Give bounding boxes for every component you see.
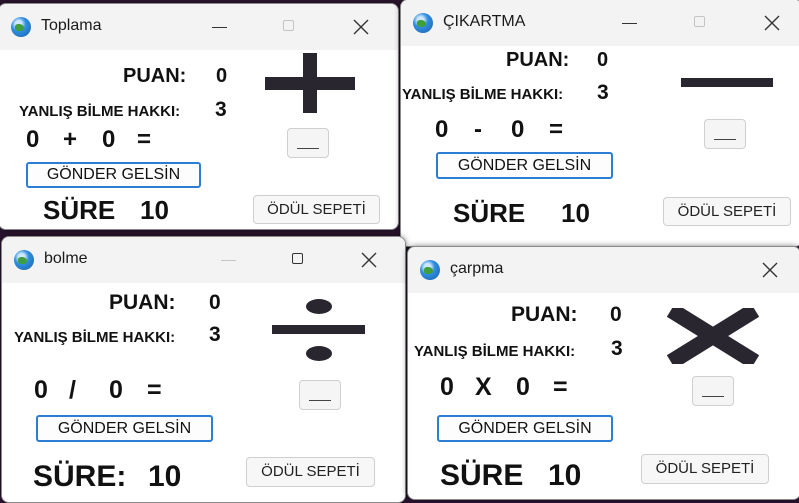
question-b: 0 — [511, 116, 525, 143]
window-title: çarpma — [450, 260, 504, 277]
lives-label: YANLIŞ BİLME HAKKI: — [402, 86, 564, 103]
answer-button[interactable] — [287, 128, 329, 158]
window-title: ÇIKARTMA — [443, 13, 526, 30]
window-carpma: çarpma PUAN: 0 YANLIŞ BİLME HAKKI: 3 0 X… — [407, 246, 799, 500]
time-value: 10 — [140, 195, 169, 225]
odul-sepeti-button[interactable]: ÖDÜL SEPETİ — [641, 454, 769, 484]
close-icon — [762, 262, 778, 278]
globe-icon — [11, 17, 31, 37]
window-bolme: bolme PUAN: 0 YANLIŞ BİLME HAKKI: 3 0 / … — [1, 236, 406, 503]
minimize-icon — [212, 27, 227, 28]
divide-icon — [272, 299, 365, 363]
lives-value: 3 — [611, 337, 623, 360]
time-label: SÜRE — [453, 198, 526, 228]
globe-icon — [413, 13, 433, 33]
score-label: PUAN: — [123, 65, 187, 87]
gonder-gelsin-button[interactable]: GÖNDER GELSİN — [36, 415, 213, 442]
maximize-icon — [283, 20, 294, 31]
window-title: Toplama — [41, 17, 102, 34]
window-cikartma: ÇIKARTMA PUAN: 0 YANLIŞ BİLME HAKKI: 3 0… — [400, 0, 799, 247]
question-b: 0 — [516, 373, 530, 401]
multiply-icon — [667, 308, 759, 364]
question-a: 0 — [440, 373, 454, 401]
question-a: 0 — [26, 126, 40, 153]
close-button[interactable] — [344, 12, 378, 42]
maximize-button — [273, 12, 307, 42]
answer-button[interactable] — [299, 380, 341, 410]
question-equals: = — [147, 376, 162, 404]
title-bar[interactable]: ÇIKARTMA — [401, 0, 799, 46]
score-value: 0 — [610, 303, 622, 326]
globe-icon — [420, 260, 440, 280]
time-label: SÜRE — [440, 459, 524, 492]
lives-label: YANLIŞ BİLME HAKKI: — [414, 343, 576, 360]
plus-icon — [265, 53, 355, 113]
question-equals: = — [549, 116, 564, 143]
maximize-icon — [292, 253, 303, 264]
title-bar[interactable]: bolme — [2, 237, 405, 283]
title-bar[interactable]: çarpma — [408, 247, 799, 293]
window-content: PUAN: 0 YANLIŞ BİLME HAKKI: 3 0 - 0 = GÖ… — [401, 46, 799, 246]
minimize-button[interactable] — [613, 8, 647, 38]
odul-sepeti-button[interactable]: ÖDÜL SEPETİ — [246, 457, 375, 487]
question-operator: + — [63, 126, 78, 153]
lives-value: 3 — [215, 98, 227, 121]
maximize-button[interactable] — [282, 245, 316, 275]
minimize-button — [212, 245, 246, 275]
question-equals: = — [137, 126, 152, 153]
gonder-gelsin-button[interactable]: GÖNDER GELSİN — [436, 152, 613, 179]
lives-label: YANLIŞ BİLME HAKKI: — [19, 103, 181, 120]
answer-button[interactable] — [704, 119, 746, 149]
lives-value: 3 — [209, 323, 221, 346]
score-label: PUAN: — [511, 303, 578, 326]
window-content: PUAN: 0 YANLIŞ BİLME HAKKI: 3 0 X 0 = GÖ… — [408, 293, 799, 499]
gonder-gelsin-button[interactable]: GÖNDER GELSİN — [26, 162, 201, 188]
time-label: SÜRE — [43, 195, 116, 225]
window-toplama: Toplama PUAN: 0 YANLIŞ BİLME HAKKI: 3 0 … — [0, 3, 399, 230]
score-label: PUAN: — [506, 49, 570, 71]
time-label: SÜRE: — [33, 460, 127, 493]
score-value: 0 — [597, 49, 609, 71]
score-label: PUAN: — [109, 291, 176, 314]
lives-value: 3 — [597, 81, 609, 104]
close-icon — [353, 19, 369, 35]
minus-icon — [681, 78, 773, 87]
globe-icon — [14, 250, 34, 270]
odul-sepeti-button[interactable]: ÖDÜL SEPETİ — [663, 197, 791, 226]
time-value: 10 — [561, 198, 590, 228]
question-a: 0 — [435, 116, 449, 143]
window-content: PUAN: 0 YANLIŞ BİLME HAKKI: 3 0 / 0 = GÖ… — [2, 283, 405, 502]
score-value: 0 — [209, 291, 221, 314]
answer-button[interactable] — [692, 376, 734, 406]
question-equals: = — [553, 373, 568, 401]
minimize-button[interactable] — [203, 12, 237, 42]
question-b: 0 — [102, 126, 116, 153]
question-b: 0 — [109, 376, 123, 404]
minimize-icon — [221, 260, 236, 261]
maximize-button — [684, 8, 718, 38]
question-operator: / — [69, 376, 76, 404]
minimize-icon — [622, 23, 637, 24]
title-bar[interactable]: Toplama — [0, 4, 398, 50]
lives-label: YANLIŞ BİLME HAKKI: — [14, 329, 176, 346]
window-title: bolme — [44, 250, 88, 267]
close-icon — [764, 15, 780, 31]
question-a: 0 — [34, 376, 48, 404]
maximize-icon — [694, 16, 705, 27]
close-button[interactable] — [352, 245, 386, 275]
time-value: 10 — [548, 459, 582, 492]
score-value: 0 — [216, 65, 228, 87]
close-icon — [361, 252, 377, 268]
close-button[interactable] — [755, 8, 789, 38]
question-operator: - — [474, 116, 482, 143]
close-button[interactable] — [753, 255, 787, 285]
gonder-gelsin-button[interactable]: GÖNDER GELSİN — [437, 415, 613, 442]
time-value: 10 — [148, 460, 182, 493]
odul-sepeti-button[interactable]: ÖDÜL SEPETİ — [253, 195, 380, 224]
question-operator: X — [475, 373, 492, 401]
window-content: PUAN: 0 YANLIŞ BİLME HAKKI: 3 0 + 0 = GÖ… — [0, 50, 398, 229]
